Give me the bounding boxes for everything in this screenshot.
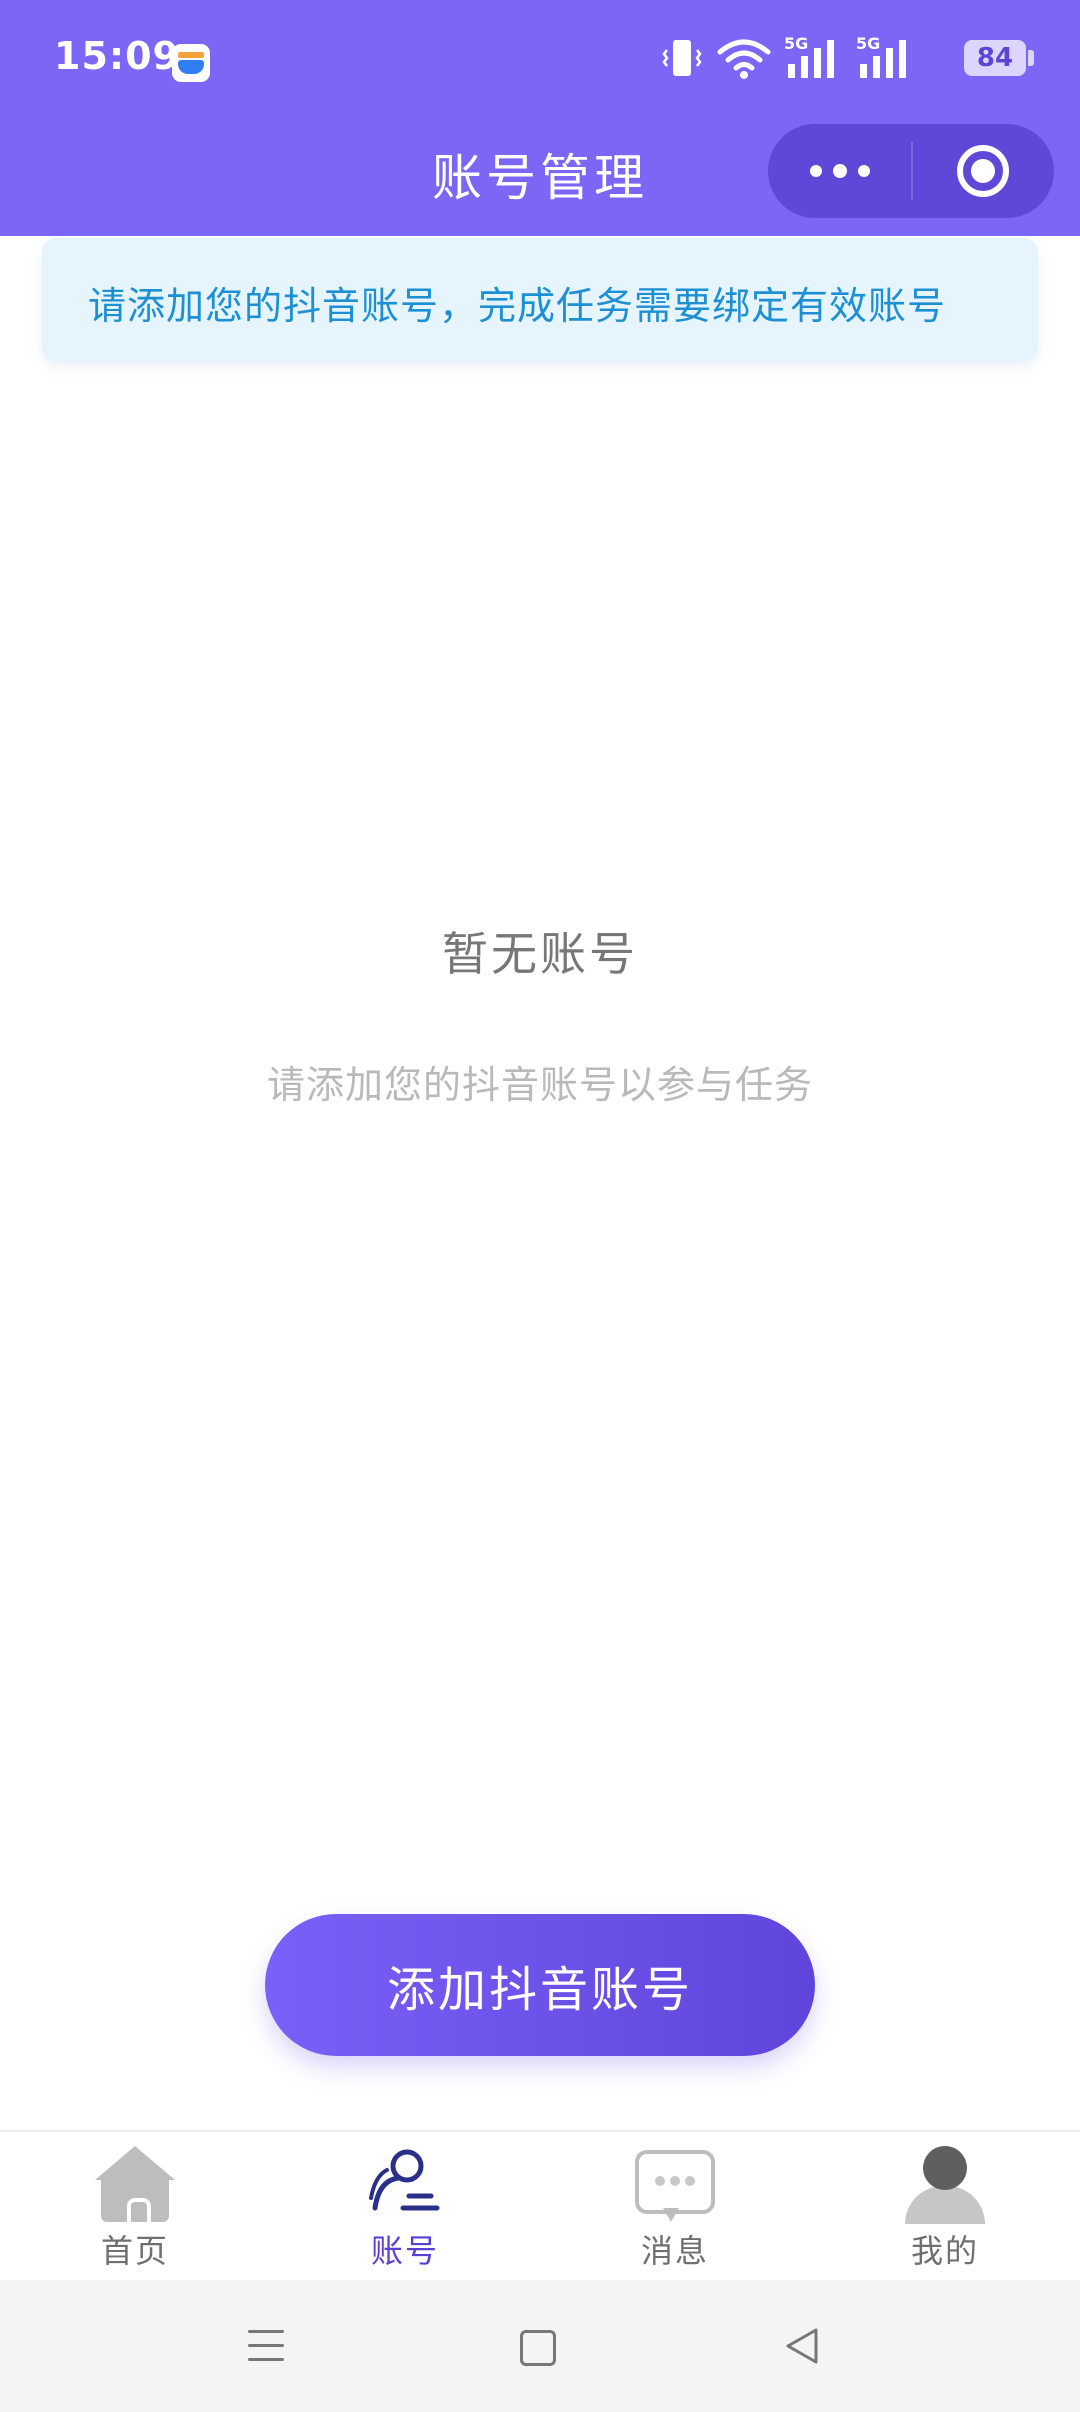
- signal-2: 5G: [856, 34, 916, 82]
- wallet-app-icon: [172, 44, 210, 82]
- tab-messages[interactable]: 消息: [540, 2132, 810, 2282]
- tab-label: 账号: [370, 2232, 439, 2270]
- add-douyin-account-button[interactable]: 添加抖音账号: [265, 1914, 815, 2056]
- message-icon: [635, 2146, 715, 2224]
- recent-apps-button[interactable]: [236, 2316, 296, 2376]
- home-nav-button[interactable]: [504, 2316, 564, 2376]
- signal-bars-icon: [788, 40, 834, 78]
- tab-account[interactable]: 账号: [270, 2132, 540, 2282]
- status-icons: 5G 5G 84: [662, 34, 1042, 84]
- battery-level: 84: [964, 40, 1026, 76]
- tab-label: 首页: [100, 2232, 169, 2270]
- more-dots-icon: [810, 165, 822, 177]
- battery-icon: [1028, 50, 1034, 66]
- app-header: 15:09 5G 5G 84 账号管理: [0, 0, 1080, 236]
- vibrate-icon: [662, 40, 702, 76]
- account-icon: [369, 2149, 440, 2211]
- notice-text: 请添加您的抖音账号，完成任务需要绑定有效账号: [88, 284, 947, 328]
- tab-profile[interactable]: 我的: [810, 2132, 1080, 2282]
- system-nav-bar: [0, 2280, 1080, 2412]
- tab-label: 消息: [640, 2232, 709, 2270]
- close-miniprogram-button[interactable]: [913, 124, 1054, 218]
- empty-state-subtitle: 请添加您的抖音账号以参与任务: [266, 1063, 813, 1107]
- profile-icon: [905, 2146, 985, 2224]
- signal-bars-icon: [860, 40, 906, 78]
- signal-1: 5G: [784, 34, 844, 82]
- tab-label: 我的: [910, 2232, 979, 2270]
- wifi-icon: [717, 39, 771, 79]
- back-button[interactable]: [772, 2316, 832, 2376]
- more-dot: [833, 164, 847, 178]
- more-dot: [858, 165, 870, 177]
- empty-state-title: 暂无账号: [442, 927, 638, 981]
- miniprogram-capsule: [768, 124, 1054, 218]
- notice-banner: 请添加您的抖音账号，完成任务需要绑定有效账号: [42, 238, 1038, 362]
- home-icon: [95, 2146, 175, 2226]
- more-button[interactable]: [768, 124, 910, 218]
- tab-bar: 首页 账号 消息 我的: [0, 2130, 1080, 2282]
- status-time: 15:09: [54, 34, 180, 78]
- target-core: [971, 159, 995, 183]
- square-icon: [520, 2330, 556, 2366]
- tab-home[interactable]: 首页: [0, 2132, 270, 2282]
